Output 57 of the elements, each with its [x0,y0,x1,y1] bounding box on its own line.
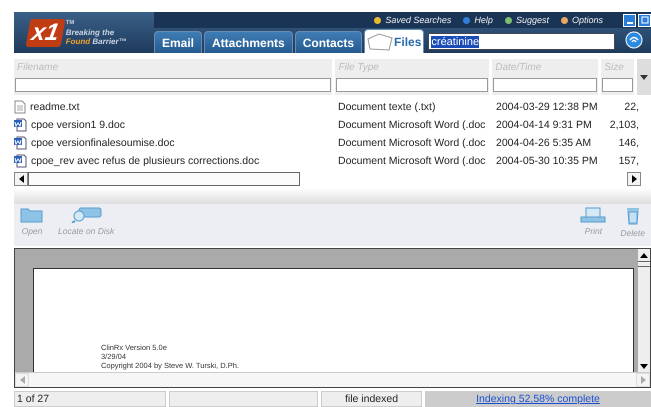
right-arrow-icon [640,376,646,384]
text-file-icon [14,100,26,114]
header-link[interactable]: Saved Searches [374,15,452,25]
word-document-icon [14,118,27,132]
tab[interactable]: Email [154,31,202,53]
printer-icon [580,207,606,223]
filter-field[interactable] [602,78,634,92]
trash-icon [624,207,641,225]
splitter-handle[interactable] [14,188,651,204]
left-arrow-icon [18,175,24,183]
scrollbar-thumb[interactable] [28,172,300,186]
size-cell: 22, [624,101,639,113]
tab[interactable]: Contacts [294,31,362,53]
date-cell: 2004-04-14 9:31 PM [496,119,592,131]
scroll-left-button[interactable] [14,172,28,186]
word-document-icon [14,154,27,168]
filter-field[interactable] [336,78,488,92]
filename-cell[interactable]: cpoe version1 9.doc [31,119,125,131]
header-link[interactable]: Suggest [504,15,549,25]
date-cell: 2004-04-26 5:35 AM [496,137,592,149]
minimize-button[interactable] [623,14,636,26]
right-arrow-icon [632,175,636,183]
filename-cell[interactable]: cpoe_rev avec refus de plusieurs corrections.doc [31,155,260,167]
header-link[interactable]: Help [463,15,493,25]
file-type-cell: Document texte (.txt) [338,101,436,113]
file-type-cell: Document Microsoft Word (.doc [338,119,486,131]
magnifier-icon [69,207,104,223]
index-status: file indexed [344,393,398,405]
caret-icon [640,74,648,80]
tagline: Found Barrier™ [66,37,127,46]
header-link[interactable]: Options [560,15,603,25]
maximize-button[interactable] [638,14,651,26]
date-cell: 2004-05-30 10:35 PM [496,155,598,167]
filename-cell[interactable]: cpoe versionfinalesoumise.doc [31,137,175,149]
date-cell: 2004-03-29 12:38 PM [496,101,598,113]
filename-cell[interactable]: readme.txt [30,101,80,113]
size-cell: 2,103, [610,119,639,131]
file-type-cell: Document Microsoft Word (.doc [338,137,486,149]
tagline: Breaking the [66,28,116,37]
word-document-icon [14,136,27,150]
logo: x1 [26,18,66,46]
scroll-right-button[interactable] [627,172,641,186]
dropdown-button[interactable] [637,59,651,95]
search-field[interactable]: créatinine [428,33,616,50]
tab[interactable]: Files [364,29,424,53]
tab[interactable]: Attachments [204,31,293,53]
filter-field[interactable] [493,78,598,92]
filter-field[interactable] [15,78,332,92]
size-cell: 157, [618,155,639,167]
file-type-cell: Document Microsoft Word (.doc [338,155,486,167]
scrollbar-thumb[interactable] [638,261,650,267]
result-count: 1 of 27 [17,393,50,405]
up-arrow-icon [640,252,648,258]
down-arrow-icon [640,364,648,368]
maximize-icon [640,16,648,24]
size-cell: 146, [618,137,639,149]
left-arrow-icon [20,376,24,384]
